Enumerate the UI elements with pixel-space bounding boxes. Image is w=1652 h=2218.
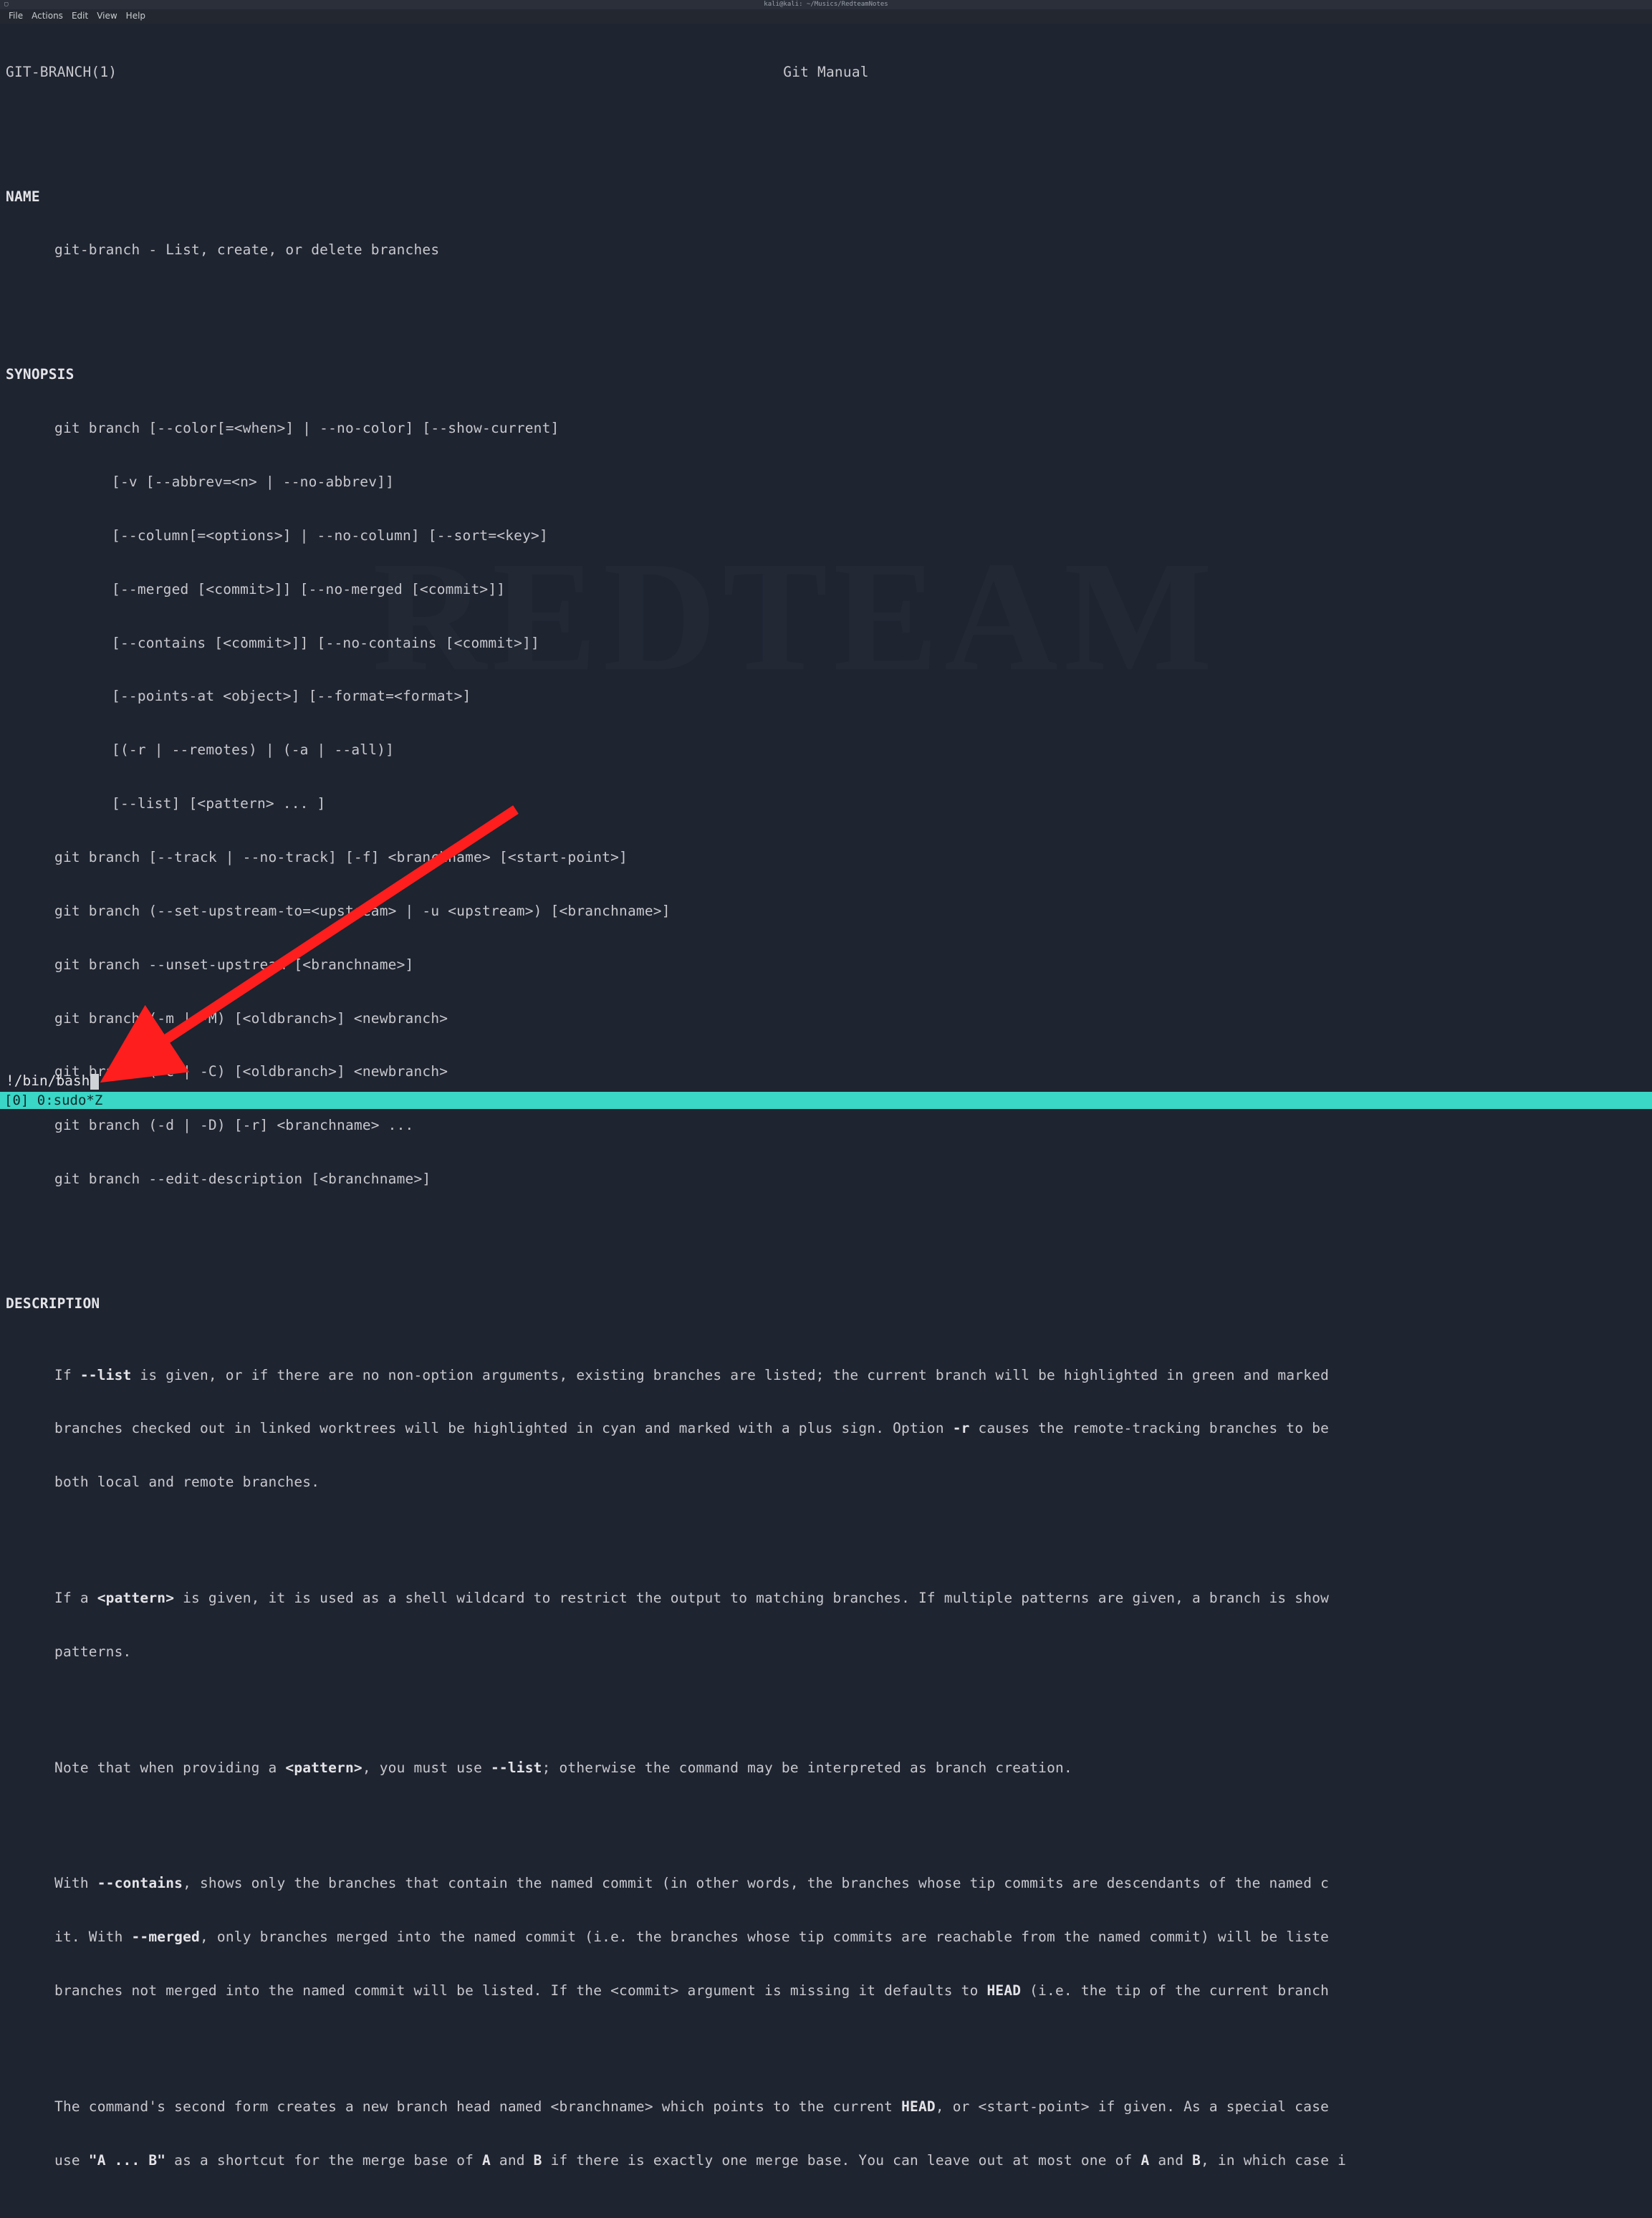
man-header-left: GIT-BRANCH(1) [6, 64, 117, 82]
menu-edit[interactable]: Edit [72, 11, 88, 21]
synopsis-line: git branch (-m | -M) [<oldbranch>] <newb… [6, 1010, 1646, 1028]
section-description: DESCRIPTION [6, 1295, 1646, 1313]
synopsis-line: git branch --unset-upstream [<branchname… [6, 956, 1646, 974]
man-page[interactable]: GIT-BRANCH(1) Git Manual NAME git-branch… [0, 24, 1652, 2218]
desc-line: Note that when providing a <pattern>, yo… [6, 1759, 1646, 1777]
desc-line: If --list is given, or if there are no n… [6, 1367, 1646, 1385]
desc-line: If a <pattern> is given, it is used as a… [6, 1590, 1646, 1608]
desc-line: it. With --merged, only branches merged … [6, 1929, 1646, 1946]
synopsis-line: [(-r | --remotes) | (-a | --all)] [6, 741, 1646, 759]
synopsis-line: git branch (-c | -C) [<oldbranch>] <newb… [6, 1063, 1646, 1081]
desc-line: patterns. [6, 1643, 1646, 1661]
tmux-status-text: [0] 0:sudo*Z [4, 1093, 102, 1108]
desc-line: branches not merged into the named commi… [6, 1982, 1646, 2000]
synopsis-line: git branch --edit-description [<branchna… [6, 1171, 1646, 1189]
menu-bar: File Actions Edit View Help [0, 9, 1652, 24]
synopsis-line: git branch (--set-upstream-to=<upstream>… [6, 903, 1646, 921]
menu-actions[interactable]: Actions [32, 11, 63, 21]
desc-line: branches checked out in linked worktrees… [6, 1420, 1646, 1438]
pager-command-text: !/bin/bash [6, 1072, 90, 1090]
synopsis-line: git branch [--track | --no-track] [-f] <… [6, 849, 1646, 867]
pager-command-line[interactable]: !/bin/bash [6, 1072, 99, 1090]
man-header-center: Git Manual [783, 64, 868, 82]
menu-view[interactable]: View [97, 11, 117, 21]
window-titlebar: ▢ kali@kali: ~/Musics/RedteamNotes [0, 0, 1652, 9]
window-title: kali@kali: ~/Musics/RedteamNotes [764, 1, 888, 9]
menu-file[interactable]: File [9, 11, 23, 21]
synopsis-line: [--points-at <object>] [--format=<format… [6, 688, 1646, 706]
desc-line: With --contains, shows only the branches… [6, 1875, 1646, 1893]
synopsis-line: git branch (-d | -D) [-r] <branchname> .… [6, 1117, 1646, 1135]
section-name: NAME [6, 188, 1646, 206]
name-line: git-branch - List, create, or delete bra… [6, 241, 1646, 259]
synopsis-line: [-v [--abbrev=<n> | --no-abbrev]] [6, 474, 1646, 491]
synopsis-line: [--contains [<commit>]] [--no-contains [… [6, 635, 1646, 653]
desc-line: both local and remote branches. [6, 1474, 1646, 1492]
synopsis-line: [--column[=<options>] | --no-column] [--… [6, 527, 1646, 545]
window-menu-icon[interactable]: ▢ [4, 1, 8, 9]
menu-help[interactable]: Help [126, 11, 145, 21]
text-cursor [90, 1074, 99, 1090]
synopsis-line: [--merged [<commit>]] [--no-merged [<com… [6, 581, 1646, 599]
synopsis-line: git branch [--color[=<when>] | --no-colo… [6, 420, 1646, 438]
synopsis-line: [--list] [<pattern> ... ] [6, 795, 1646, 813]
desc-line: use "A ... B" as a shortcut for the merg… [6, 2152, 1646, 2170]
desc-line: The command's second form creates a new … [6, 2098, 1646, 2116]
section-synopsis: SYNOPSIS [6, 366, 1646, 384]
tmux-status-bar: [0] 0:sudo*Z [0, 1092, 1652, 1109]
